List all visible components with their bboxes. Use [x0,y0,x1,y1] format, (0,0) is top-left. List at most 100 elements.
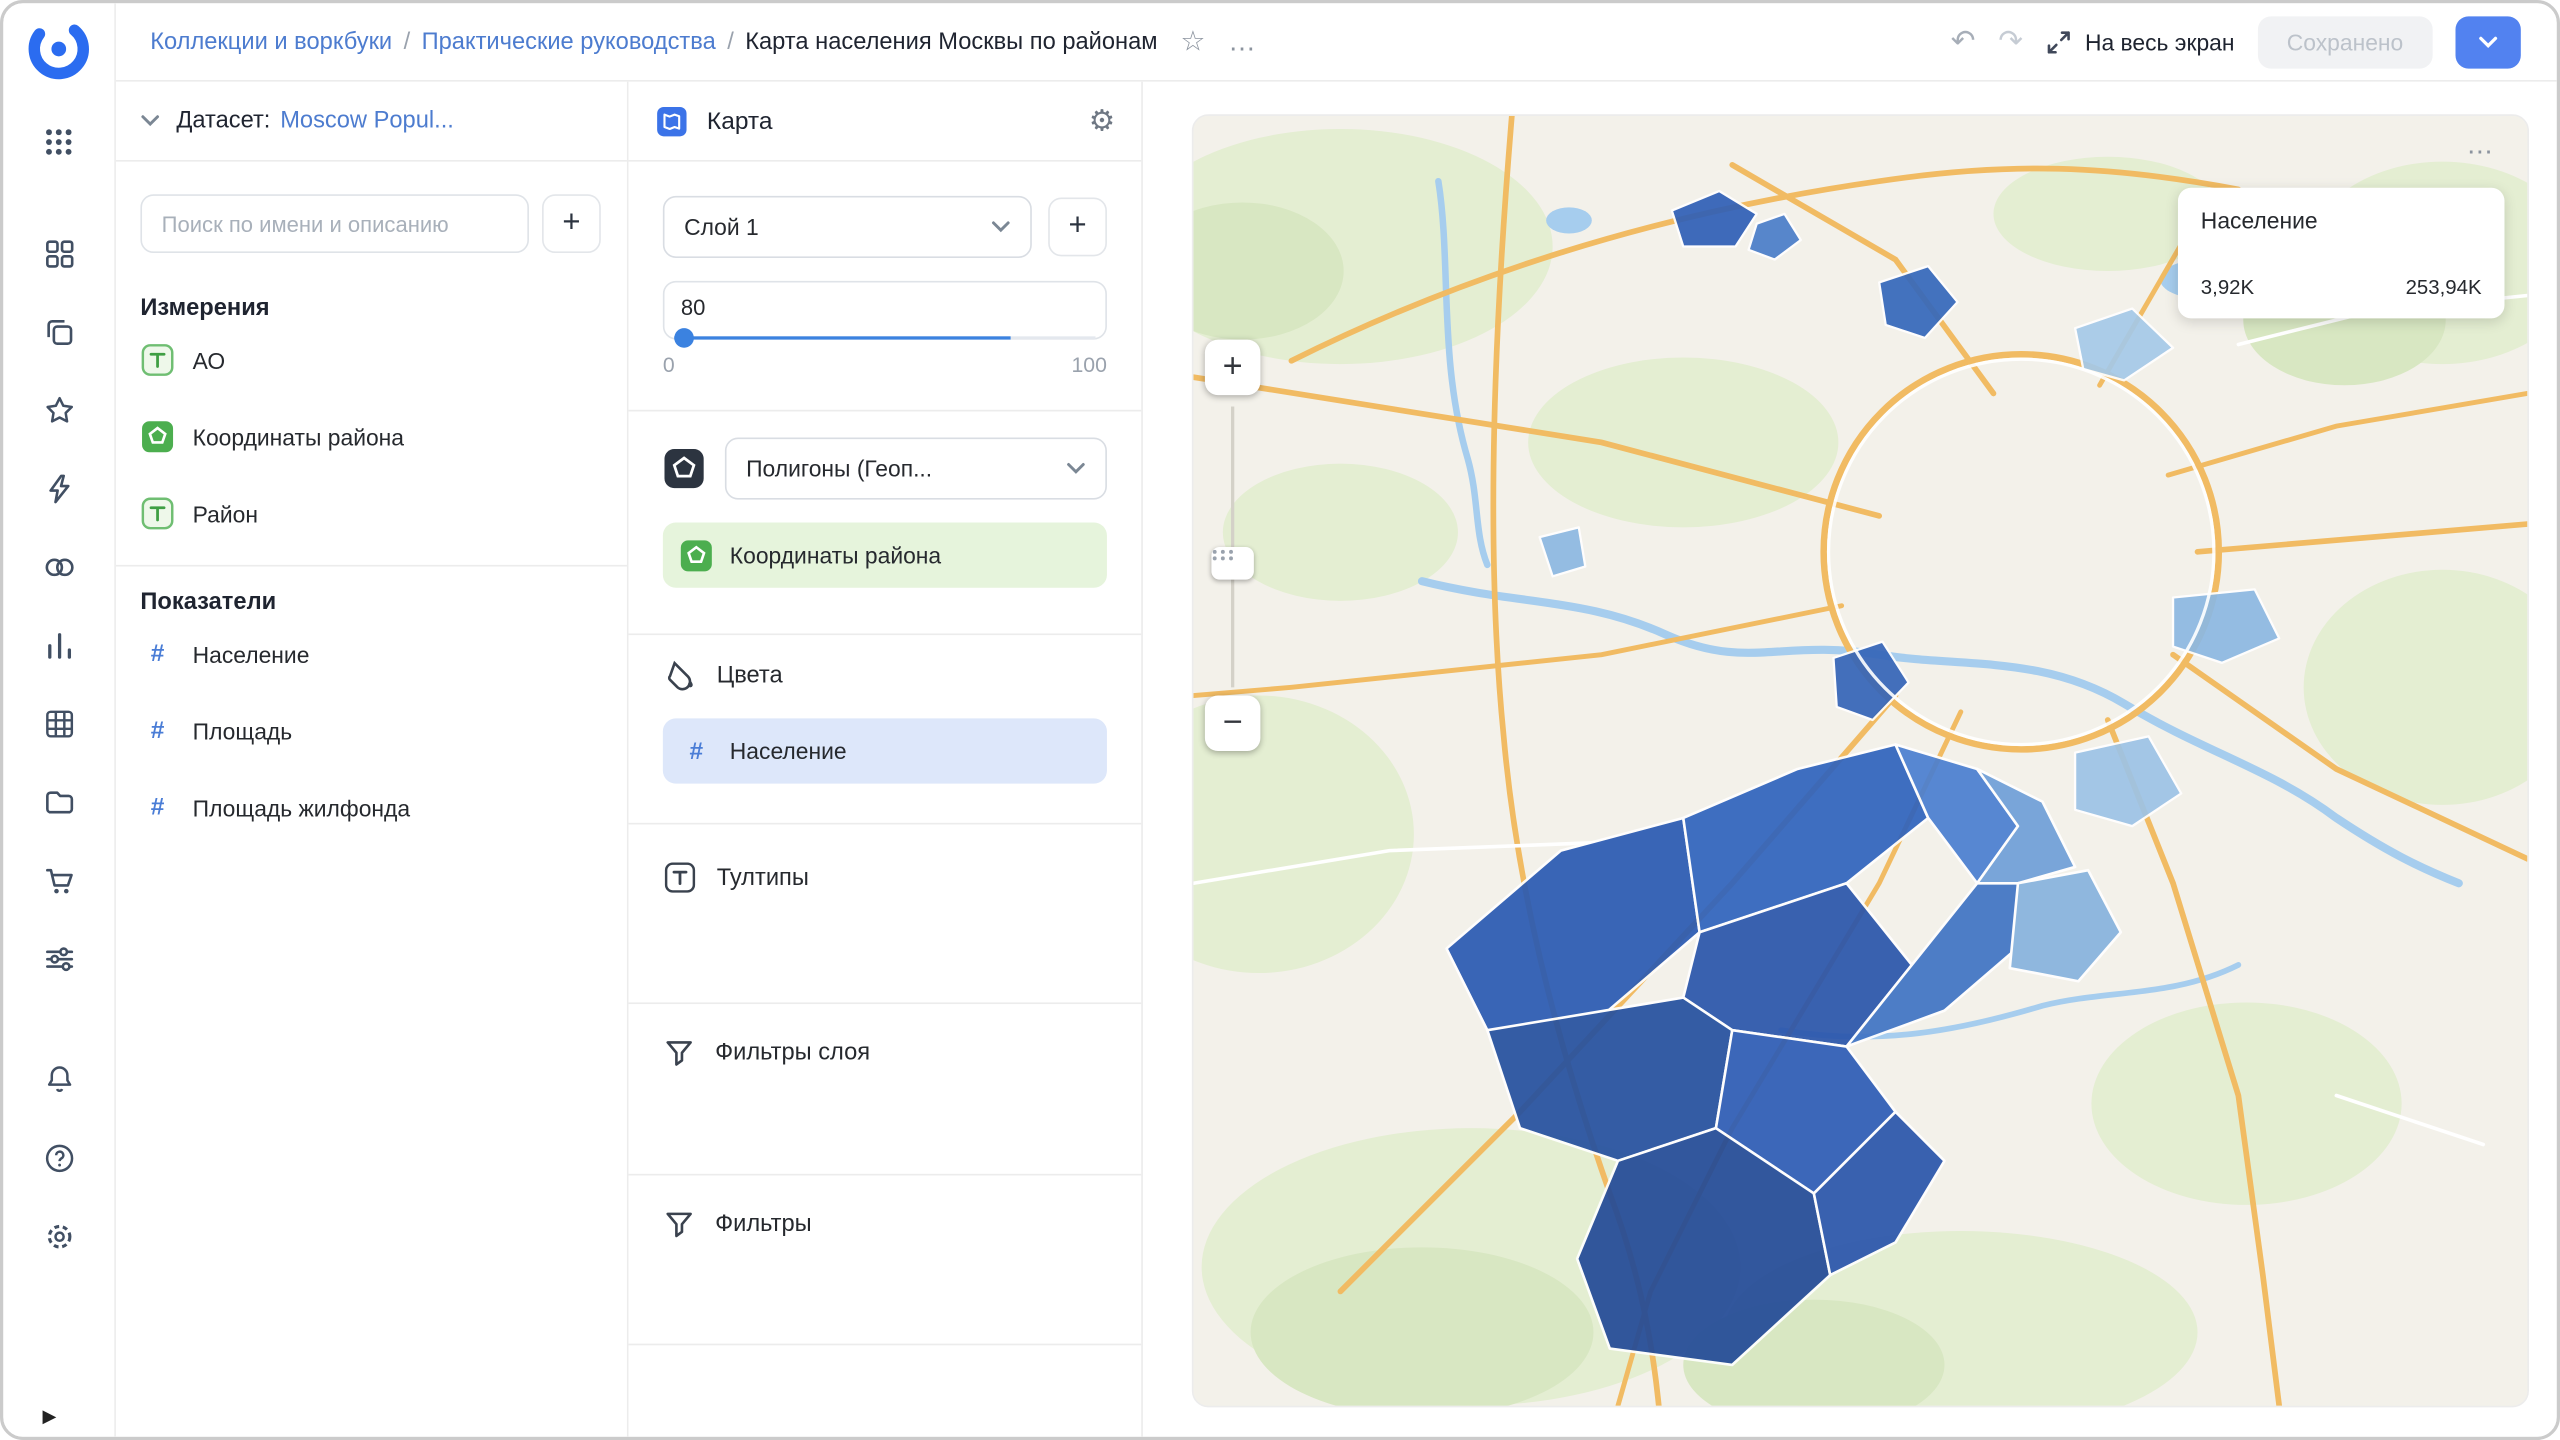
field-label: Район [193,500,258,526]
legend-title: Население [2201,207,2482,233]
expand-rail-button[interactable]: ▶ [42,1406,56,1427]
paint-drop-icon [663,658,697,692]
filters-label: Фильтры [715,1211,812,1237]
charts-icon[interactable] [41,627,77,663]
divider [629,1174,1142,1176]
tooltips-section-header[interactable]: Тултипы [663,860,1107,894]
opacity-control[interactable]: 80 [663,281,1107,340]
ruler-handle[interactable] [1211,547,1253,580]
field-population[interactable]: # Население [140,616,600,693]
measure-hash-icon: # [679,737,713,765]
zoom-in-button[interactable]: + [1205,340,1261,396]
connections-icon[interactable] [41,549,77,585]
map-legend: Население 3,92K 253,94K [2178,188,2505,319]
opacity-value: 80 [681,296,706,320]
legend-gradient-bar [2201,250,2482,263]
field-label: Площадь жилфонда [193,794,410,820]
search-input[interactable] [140,194,529,253]
divider [629,1002,1142,1004]
chart-settings-gear-icon[interactable]: ⚙ [1089,104,1115,138]
field-housing-area[interactable]: # Площадь жилфонда [140,769,600,846]
colors-section-header[interactable]: Цвета [663,658,1107,692]
divider [114,565,627,567]
dataset-name-link[interactable]: Moscow Popul... [280,108,454,134]
opacity-min-label: 0 [663,353,675,377]
gear-icon[interactable] [41,1218,77,1254]
measures-title: Показатели [140,589,600,615]
divider [629,410,1142,412]
layer-filters-label: Фильтры слоя [715,1040,870,1066]
filters-section-header[interactable]: Фильтры [663,1208,1107,1241]
dataset-header[interactable]: Датасет: Moscow Popul... [114,82,627,162]
measure-hash-icon: # [140,640,174,668]
tooltips-section-label: Тултипы [717,864,809,890]
page-title: Карта населения Москвы по районам [745,29,1157,55]
divider [629,633,1142,635]
undo-icon[interactable]: ↶ [1951,24,1976,58]
app-rail: ▶ [3,3,116,1436]
breadcrumb-guides[interactable]: Практические руководства [422,29,716,55]
datasets-icon[interactable] [41,705,77,741]
chevron-down-icon [1066,462,1086,475]
datalens-app: ▶ Коллекции и воркбуки / Практические ру… [0,0,2560,1440]
save-dropdown-button[interactable] [2456,16,2521,68]
legend-max-value: 253,94K [2406,276,2482,299]
chevron-down-icon [140,114,160,127]
opacity-slider-track[interactable] [674,336,1095,339]
chevron-down-icon [2478,35,2498,48]
add-layer-button[interactable]: + [1048,198,1107,257]
opacity-slider-thumb[interactable] [674,328,694,348]
help-icon[interactable] [41,1140,77,1176]
chart-type-title: Карта [707,107,773,135]
colors-section-label: Цвета [717,662,783,688]
geometry-type-select[interactable]: Полигоны (Геоп... [725,438,1107,500]
breadcrumb-collections[interactable]: Коллекции и воркбуки [150,29,392,55]
map-more-button[interactable]: ⋯ [2460,136,2501,169]
field-label: АО [193,347,226,373]
field-ao[interactable]: АО [140,322,600,399]
dimension-text-icon [140,343,174,377]
field-label: Население [193,641,310,667]
polygon-layer-icon [663,447,705,489]
field-area[interactable]: # Площадь [140,692,600,769]
map-chart-icon [655,104,689,138]
fullscreen-icon [2046,29,2072,55]
lightning-icon[interactable] [41,470,77,506]
dimensions-title: Измерения [140,296,600,322]
notifications-bell-icon[interactable] [41,1061,77,1097]
breadcrumb-separator: / [727,29,734,55]
dashboards-icon[interactable] [41,235,77,271]
favorite-star-icon[interactable]: ☆ [1180,25,1205,58]
fullscreen-toggle[interactable]: На весь экран [2046,29,2235,55]
field-label: Координаты района [193,424,404,450]
tooltip-text-icon [663,860,697,894]
marketplace-icon[interactable] [41,862,77,898]
collections-icon[interactable] [41,313,77,349]
funnel-icon [663,1037,696,1070]
storage-icon[interactable] [41,784,77,820]
field-district[interactable]: Район [140,475,600,552]
layer-filters-section-header[interactable]: Фильтры слоя [663,1037,1107,1070]
measure-hash-icon: # [140,793,174,821]
saved-button[interactable]: Сохранено [2257,16,2432,68]
layer-select[interactable]: Слой 1 [663,196,1032,258]
geopolygon-field-chip[interactable]: Координаты района [663,522,1107,587]
field-label: Площадь [193,718,293,744]
datalens-logo-icon[interactable] [26,16,91,81]
more-menu-icon[interactable]: … [1228,25,1256,58]
map-canvas[interactable]: Население 3,92K 253,94K + − ⋯ [1192,114,2529,1407]
favorites-icon[interactable] [41,392,77,428]
geopolygon-icon [140,420,174,454]
zoom-out-button[interactable]: − [1205,696,1261,752]
topbar: Коллекции и воркбуки / Практические руко… [114,3,2556,81]
redo-icon[interactable]: ↷ [1998,24,2023,58]
apps-grid-icon[interactable] [41,124,77,160]
add-field-button[interactable]: + [542,194,601,253]
settings-sliders-icon[interactable] [41,940,77,976]
viewport: ▶ Коллекции и воркбуки / Практические ру… [0,0,2560,1440]
drag-dots-icon [1211,547,1234,563]
measure-hash-icon: # [140,717,174,745]
field-district-coordinates[interactable]: Координаты района [140,398,600,475]
colors-field-chip[interactable]: # Население [663,718,1107,783]
divider [629,1344,1142,1346]
